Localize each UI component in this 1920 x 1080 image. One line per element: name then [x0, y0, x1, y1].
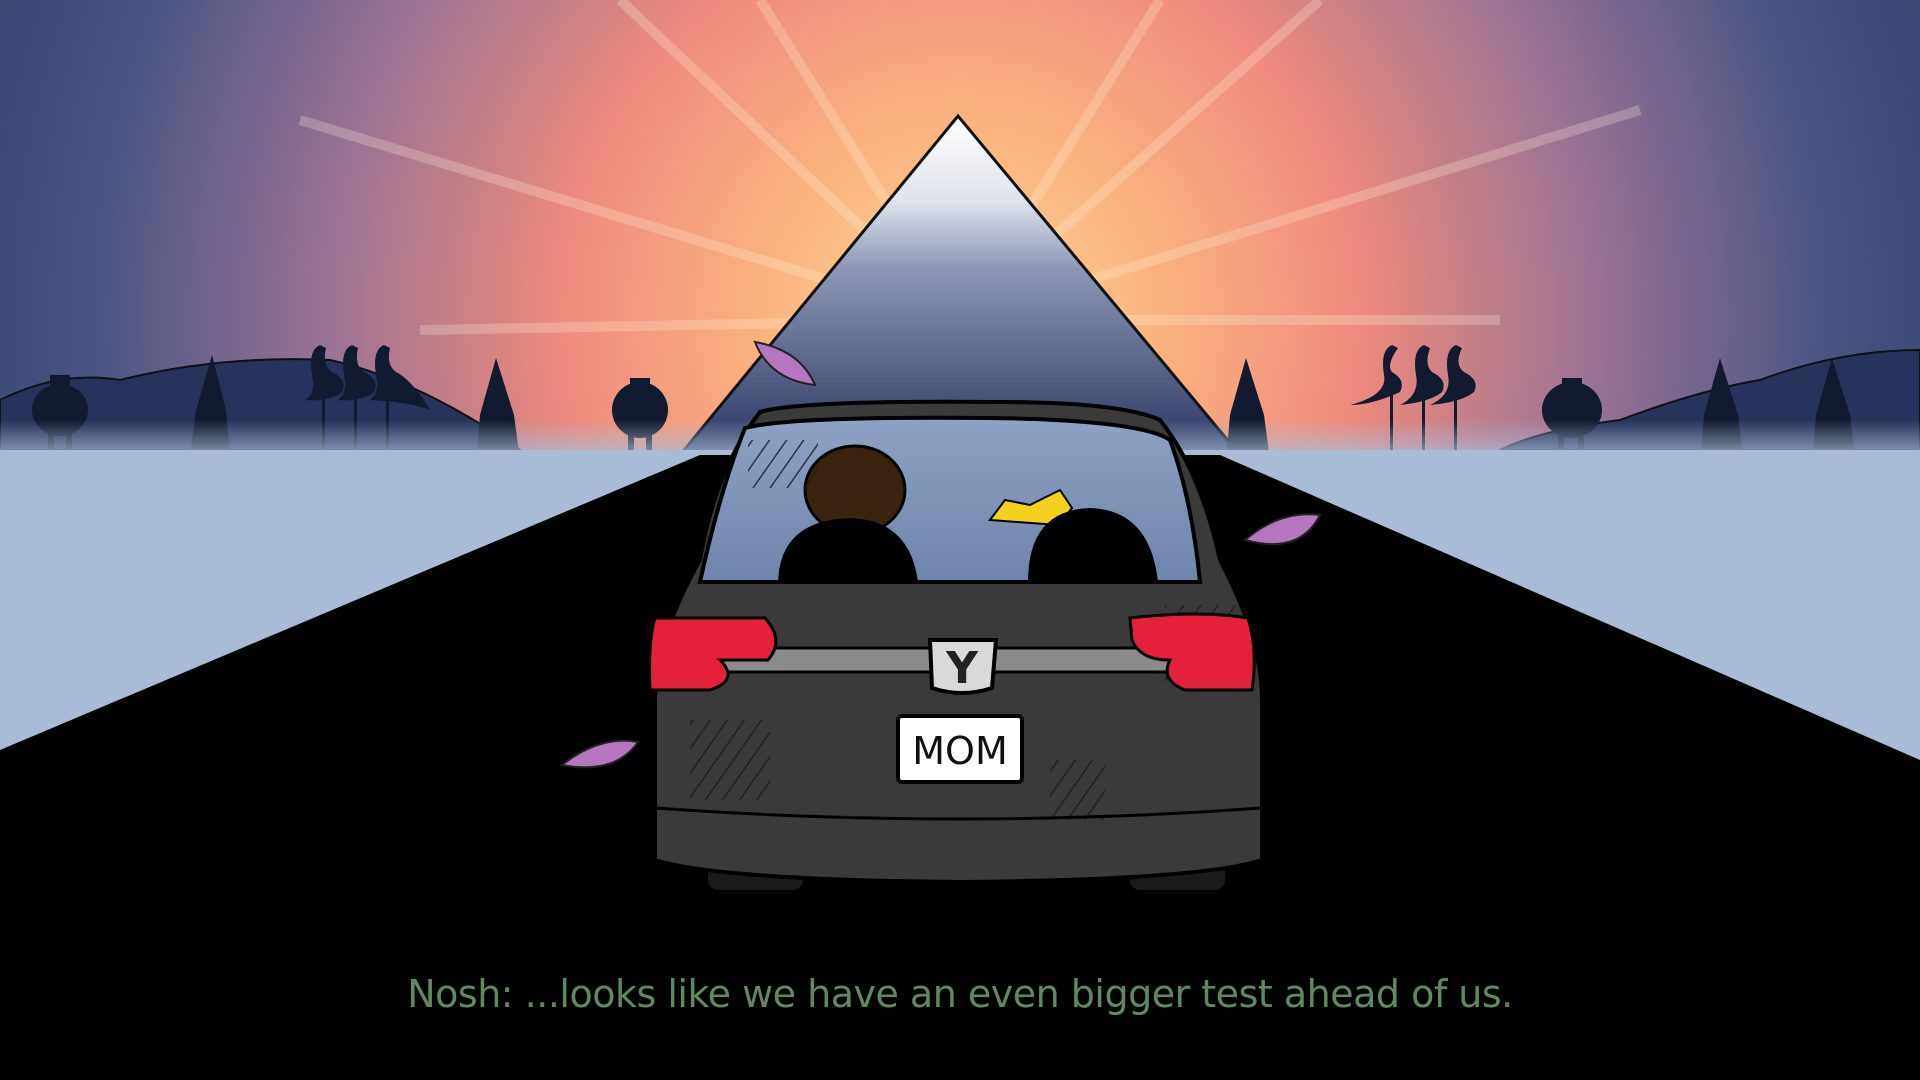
dialogue-text[interactable]: Nosh: ...looks like we have an even bigg… — [0, 972, 1920, 1016]
car-emblem-badge: Y — [927, 638, 999, 695]
game-scene: Y MOM — [0, 0, 1920, 1080]
license-plate-text: MOM — [912, 729, 1007, 773]
license-plate: MOM — [896, 714, 1024, 784]
car-emblem-letter: Y — [945, 643, 979, 694]
